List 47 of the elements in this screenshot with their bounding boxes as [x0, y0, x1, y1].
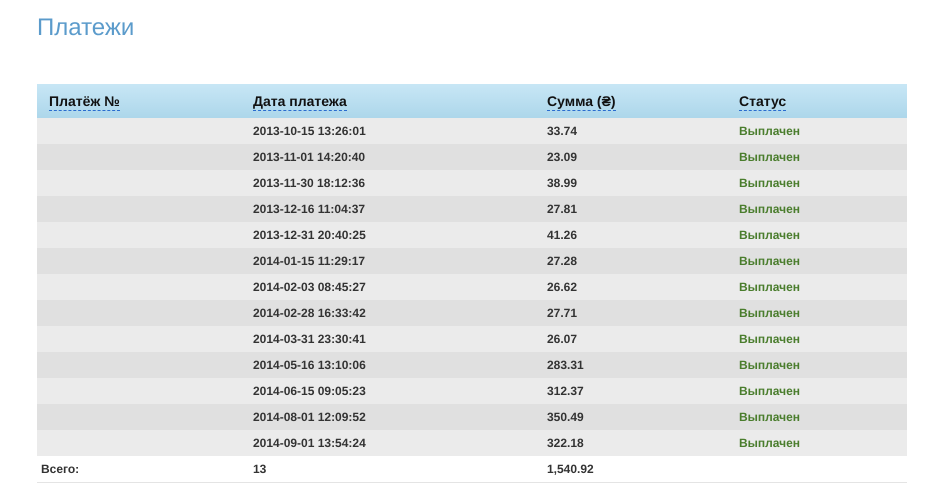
payment-amount: 27.71 — [547, 306, 578, 320]
payment-status: Выплачен — [739, 358, 800, 372]
column-sort-link[interactable]: Платёж № — [49, 93, 120, 111]
payment-status: Выплачен — [739, 124, 800, 138]
payment-amount: 350.49 — [547, 410, 584, 424]
total-amount: 1,540.92 — [547, 462, 594, 476]
payment-amount: 26.07 — [547, 332, 578, 346]
total-label: Всего: — [41, 462, 80, 476]
page-title: Платежи — [37, 13, 136, 43]
payment-date: 2014-02-03 08:45:27 — [253, 280, 366, 294]
payment-amount: 41.26 — [547, 228, 578, 242]
payment-amount: 322.18 — [547, 436, 584, 450]
payment-status: Выплачен — [739, 306, 800, 320]
payment-date: 2014-09-01 13:54:24 — [253, 436, 366, 450]
total-count: 13 — [253, 462, 266, 476]
payment-amount: 26.62 — [547, 280, 578, 294]
column-sort-link[interactable]: Сумма (₴) — [547, 93, 616, 111]
payment-amount: 23.09 — [547, 150, 578, 164]
payment-status: Выплачен — [739, 228, 800, 242]
payment-amount: 27.28 — [547, 254, 578, 268]
payment-status: Выплачен — [739, 280, 800, 294]
payment-amount: 283.31 — [547, 358, 584, 372]
payment-amount: 38.99 — [547, 176, 578, 190]
payment-date: 2014-03-31 23:30:41 — [253, 332, 366, 346]
payment-date: 2014-01-15 11:29:17 — [253, 254, 366, 268]
payment-date: 2013-10-15 13:26:01 — [253, 124, 366, 138]
column-sort-link[interactable]: Дата платежа — [253, 93, 347, 111]
payment-amount: 312.37 — [547, 384, 584, 398]
payment-date: 2014-05-16 13:10:06 — [253, 358, 366, 372]
payment-status: Выплачен — [739, 410, 800, 424]
payment-date: 2014-06-15 09:05:23 — [253, 384, 366, 398]
payment-status: Выплачен — [739, 436, 800, 450]
payment-date: 2013-12-16 11:04:37 — [253, 202, 366, 216]
payment-status: Выплачен — [739, 176, 800, 190]
payment-status: Выплачен — [739, 254, 800, 268]
payment-date: 2013-11-30 18:12:36 — [253, 176, 366, 190]
payment-amount: 27.81 — [547, 202, 578, 216]
column-sort-link[interactable]: Статус — [739, 93, 786, 111]
payment-date: 2013-11-01 14:20:40 — [253, 150, 366, 164]
payment-status: Выплачен — [739, 332, 800, 346]
payment-date: 2014-02-28 16:33:42 — [253, 306, 366, 320]
payment-date: 2013-12-31 20:40:25 — [253, 228, 366, 242]
payment-status: Выплачен — [739, 202, 800, 216]
payment-status: Выплачен — [739, 384, 800, 398]
payment-status: Выплачен — [739, 150, 800, 164]
payment-amount: 33.74 — [547, 124, 578, 138]
payment-date: 2014-08-01 12:09:52 — [253, 410, 366, 424]
